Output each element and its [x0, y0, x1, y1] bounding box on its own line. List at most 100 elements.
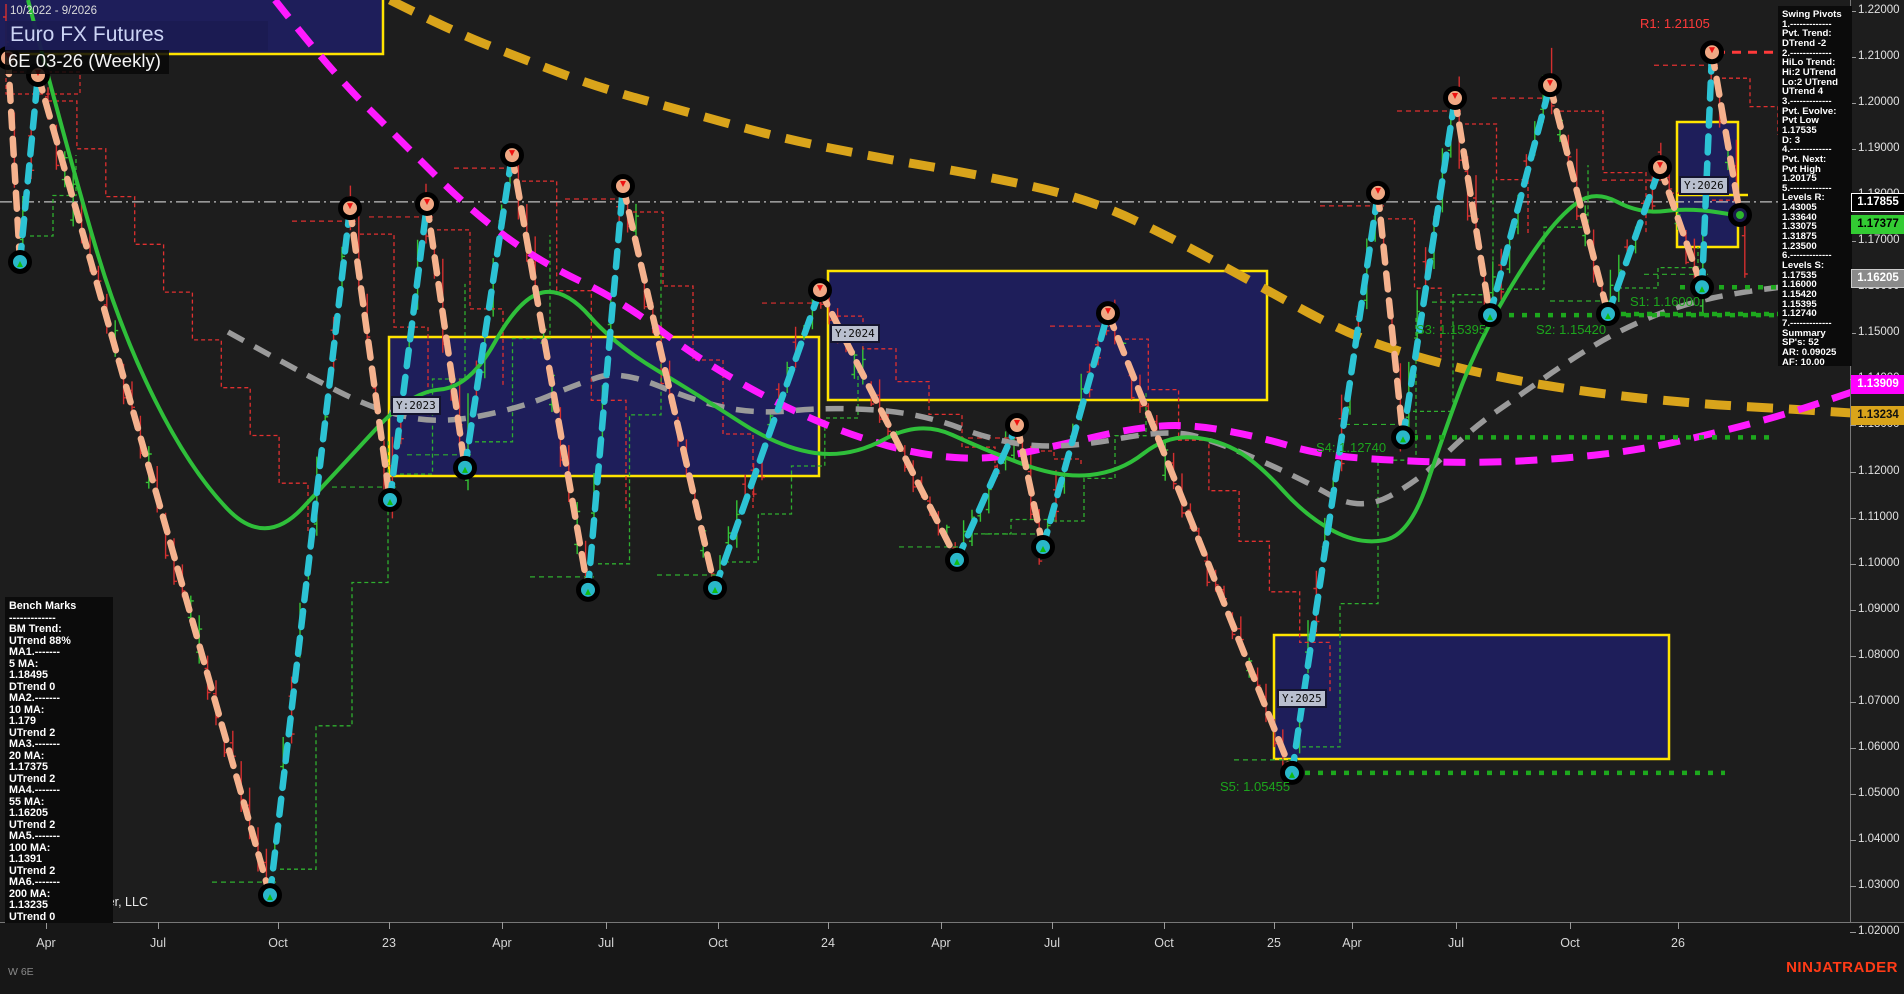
- panel-line: 5 MA:: [9, 658, 39, 670]
- support-label-S5: S5: 1.05455: [1220, 779, 1291, 794]
- support-label-S3: S3: 1.15395: [1416, 322, 1487, 337]
- panel-line: Hi:2 UTrend: [1782, 67, 1836, 78]
- panel-line: Pvt. Trend:: [1782, 29, 1832, 39]
- time-axis-label: 24: [821, 936, 835, 950]
- price-axis-label: 1.12000: [1858, 464, 1900, 477]
- panel-line: 1.18495: [9, 670, 49, 681]
- price-axis-tick: [1850, 425, 1856, 427]
- time-axis-tick: [1570, 922, 1571, 929]
- support-label-S1: S1: 1.16000: [1630, 294, 1701, 309]
- chart-title: Euro FX Futures: [5, 21, 268, 51]
- panel-line: BM Trend:: [9, 624, 62, 635]
- price-axis-tick: [1850, 517, 1856, 519]
- time-axis-label: Oct: [268, 936, 288, 950]
- panel-line: 4.-------------: [1782, 145, 1832, 155]
- panel-line: 1.33075: [1782, 222, 1817, 233]
- panel-line: DTrend 0: [9, 681, 56, 693]
- panel-line: 1.17535: [1782, 270, 1817, 281]
- panel-line: 1.43005: [1782, 203, 1817, 213]
- price-axis-tick: [1850, 932, 1856, 933]
- time-axis-tick: [828, 922, 829, 929]
- panel-line: MA6.-------: [9, 877, 60, 888]
- resistance-label-R1: R1: 1.21105: [1640, 16, 1710, 31]
- time-axis-tick: [718, 922, 719, 929]
- panel-line: 20 MA:: [9, 750, 45, 762]
- interval-label: W 6E: [8, 966, 34, 978]
- price-axis-label: 1.11000: [1858, 510, 1899, 523]
- panel-line: Levels R:: [1782, 193, 1825, 204]
- year-box-label-Y2024[interactable]: Y:2024: [830, 324, 880, 343]
- panel-line: MA5.-------: [9, 831, 60, 842]
- support-label-S2: S2: 1.15420: [1536, 322, 1607, 337]
- panel-line: 2.-------------: [1782, 48, 1832, 59]
- panel-line: DTrend -2: [1782, 38, 1827, 49]
- price-axis-label: 1.08000: [1858, 648, 1900, 661]
- panel-line: UTrend 4: [1782, 87, 1824, 97]
- time-axis-tick: [1678, 922, 1679, 929]
- panel-line: 55 MA:: [9, 796, 45, 808]
- price-axis-tick: [1850, 793, 1856, 795]
- time-axis-label: Oct: [708, 936, 728, 950]
- panel-line: MA1.-------: [9, 647, 60, 658]
- price-axis-tick: [1850, 747, 1856, 749]
- price-tag-1.16205: 1.16205: [1851, 269, 1904, 289]
- panel-line: UTrend 2: [9, 865, 56, 877]
- time-axis-tick: [389, 922, 390, 929]
- year-box-label-Y2023[interactable]: Y:2023: [391, 396, 441, 415]
- panel-line: AR: 0.09025: [1782, 347, 1837, 358]
- time-axis-tick: [1164, 922, 1165, 929]
- time-axis-label: Apr: [1342, 936, 1362, 950]
- time-axis-label: Apr: [492, 936, 512, 950]
- time-axis-tick: [278, 922, 279, 929]
- ninjatrader-logo: NINJATRADER: [1786, 959, 1898, 976]
- price-axis-label: 1.22000: [1858, 4, 1900, 16]
- panel-line: UTrend 88%: [9, 635, 71, 647]
- panel-line: Lo:2 UTrend: [1782, 77, 1838, 88]
- panel-line: 6.-------------: [1782, 251, 1832, 262]
- panel-line: 1.17375: [9, 762, 49, 773]
- panel-line: Swing Pivots: [1782, 10, 1842, 20]
- time-axis-label: Apr: [931, 936, 951, 950]
- panel-line: AF: 10.00: [1782, 357, 1825, 368]
- time-axis-tick: [158, 922, 159, 929]
- time-axis-tick: [606, 922, 607, 929]
- panel-line: 1.16205: [9, 808, 49, 819]
- year-box-label-Y2026[interactable]: Y:2026: [1679, 176, 1729, 195]
- price-tag-1.13234: 1.13234: [1851, 406, 1904, 426]
- time-axis-label: Apr: [36, 936, 56, 950]
- time-axis-label: 25: [1267, 936, 1281, 950]
- price-axis-label: 1.21000: [1858, 50, 1900, 63]
- instrument-label: 6E 03-26 (Weekly): [5, 50, 169, 74]
- price-axis-tick: [1850, 885, 1856, 887]
- panel-line: UTrend 2: [9, 773, 56, 785]
- support-label-S4: S4: 1.12740: [1316, 440, 1387, 455]
- panel-line: 10 MA:: [9, 704, 45, 716]
- price-axis-label: 1.02000: [1858, 925, 1900, 937]
- panel-line: 1.20175: [1782, 174, 1817, 184]
- panel-line: 1.23500: [1782, 241, 1817, 252]
- price-axis-label: 1.15000: [1858, 326, 1900, 339]
- year-box-label-Y2025[interactable]: Y:2025: [1277, 689, 1327, 708]
- time-axis-tick: [502, 922, 503, 929]
- price-tag-1.13909: 1.13909: [1851, 375, 1904, 395]
- time-axis-label: Jul: [150, 936, 166, 950]
- panel-line: 1.179: [9, 716, 37, 727]
- panel-line: D: 3: [1782, 135, 1801, 146]
- panel-line: Bench Marks: [9, 601, 77, 612]
- panel-line: 1.16000: [1782, 280, 1817, 291]
- panel-line: 1.1391: [9, 854, 43, 865]
- price-axis-label: 1.03000: [1858, 878, 1900, 891]
- time-axis-tick: [46, 922, 47, 929]
- time-axis-label: Oct: [1560, 936, 1580, 950]
- panel-line: MA2.-------: [9, 693, 60, 704]
- panel-line: 1.15395: [1782, 299, 1817, 310]
- panel-line: 1.33640: [1782, 212, 1817, 223]
- time-axis-tick: [1352, 922, 1353, 929]
- price-axis-tick: [1850, 609, 1856, 611]
- price-axis-label: 1.10000: [1858, 556, 1900, 569]
- time-axis-label: Oct: [1154, 936, 1174, 950]
- price-axis-label: 1.09000: [1858, 602, 1900, 615]
- price-axis-label: 1.17000: [1858, 234, 1900, 247]
- price-axis-label: 1.07000: [1858, 694, 1900, 707]
- time-axis-label: 23: [382, 936, 396, 950]
